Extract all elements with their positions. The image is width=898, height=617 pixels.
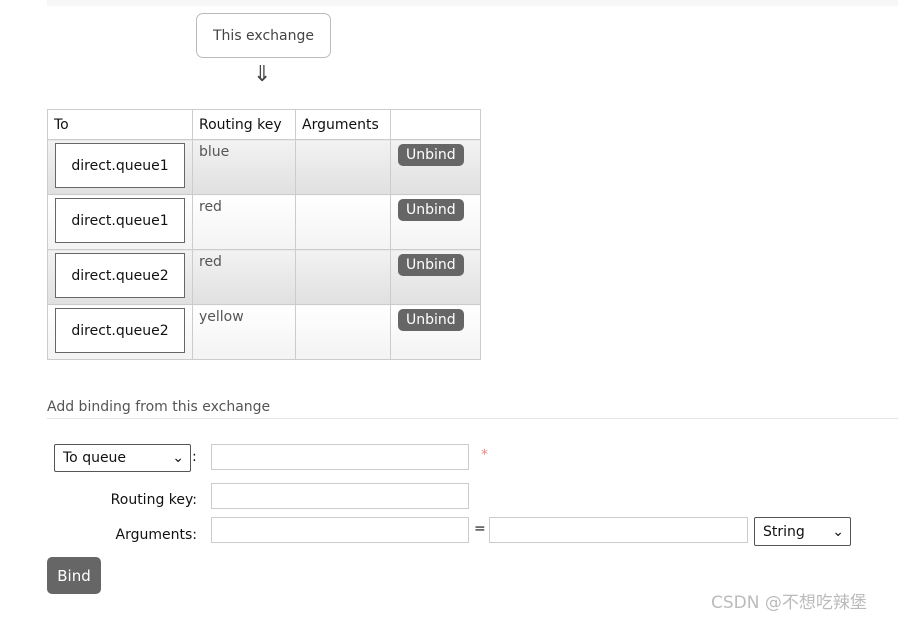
argument-value-input[interactable] <box>489 517 748 543</box>
argument-type-select[interactable]: String ⌄ <box>754 517 851 546</box>
unbind-button[interactable]: Unbind <box>398 144 464 166</box>
this-exchange-box: This exchange <box>196 13 331 58</box>
header-actions <box>390 109 481 140</box>
table-row: direct.queue2 yellow Unbind <box>47 304 481 360</box>
routing-key-label: Routing key: <box>110 492 197 508</box>
argument-key-input[interactable] <box>211 517 469 543</box>
queue-link[interactable]: direct.queue1 <box>55 143 185 188</box>
routing-key: red <box>199 254 222 270</box>
destination-input[interactable] <box>211 444 469 470</box>
unbind-button[interactable]: Unbind <box>398 309 464 331</box>
arguments <box>295 194 391 250</box>
routing-key-input[interactable] <box>211 483 469 509</box>
top-bar <box>47 0 898 6</box>
bindings-table: To Routing key Arguments direct.queue1 b… <box>47 109 481 360</box>
colon: : <box>192 449 197 465</box>
queue-link[interactable]: direct.queue2 <box>55 308 185 353</box>
down-arrow-icon: ⇓ <box>253 62 272 87</box>
watermark: CSDN @不想吃辣堡 <box>711 593 867 613</box>
arguments <box>295 139 391 195</box>
routing-key: yellow <box>199 309 244 325</box>
routing-key: red <box>199 199 222 215</box>
table-row: direct.queue1 blue Unbind <box>47 139 481 195</box>
chevron-down-icon: ⌄ <box>172 450 184 466</box>
unbind-button[interactable]: Unbind <box>398 199 464 221</box>
table-row: direct.queue2 red Unbind <box>47 249 481 305</box>
header-routing-key: Routing key <box>192 109 296 140</box>
required-mark: * <box>481 447 488 463</box>
destination-type-select[interactable]: To queue ⌄ <box>54 444 191 472</box>
header-arguments: Arguments <box>295 109 391 140</box>
equals-sign: = <box>474 521 486 537</box>
unbind-button[interactable]: Unbind <box>398 254 464 276</box>
destination-type-value: To queue <box>63 450 127 466</box>
bind-button[interactable]: Bind <box>47 557 101 594</box>
argument-type-value: String <box>763 523 805 540</box>
arguments <box>295 304 391 360</box>
chevron-down-icon: ⌄ <box>832 523 844 540</box>
arguments-label: Arguments: <box>115 527 197 543</box>
table-row: direct.queue1 red Unbind <box>47 194 481 250</box>
add-binding-title: Add binding from this exchange <box>47 399 898 419</box>
queue-link[interactable]: direct.queue1 <box>55 198 185 243</box>
header-to: To <box>47 109 193 140</box>
routing-key: blue <box>199 144 230 160</box>
queue-link[interactable]: direct.queue2 <box>55 253 185 298</box>
arguments <box>295 249 391 305</box>
